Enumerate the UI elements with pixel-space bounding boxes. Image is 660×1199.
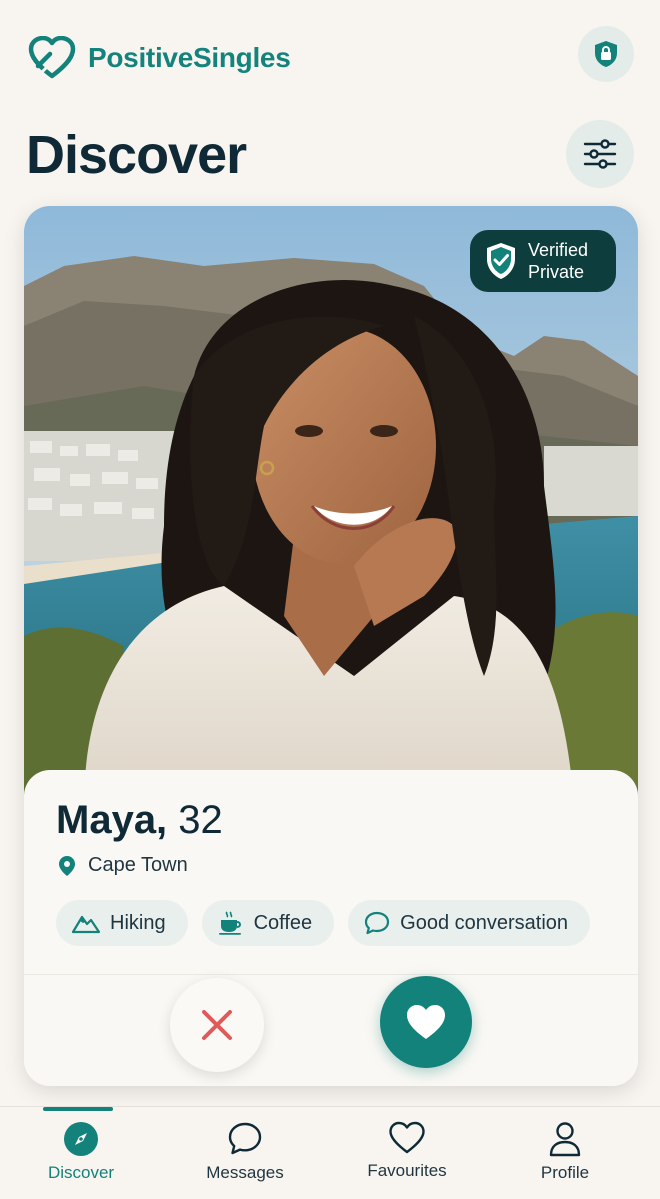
location-text: Cape Town: [88, 854, 188, 876]
verified-label: Verified: [528, 240, 589, 260]
chat-bubble-icon: [365, 911, 390, 935]
interest-label: Good conversation: [400, 911, 569, 934]
shield-check-icon: [487, 243, 515, 279]
sliders-icon: [583, 139, 617, 169]
active-tab-indicator: [43, 1107, 113, 1111]
profile-location: Cape Town: [58, 854, 188, 877]
top-bar: PositiveSingles: [0, 0, 660, 110]
interest-chip-conversation[interactable]: Good conversation: [348, 900, 591, 946]
shield-lock-icon: [595, 41, 617, 67]
interest-label: Coffee: [253, 911, 313, 934]
nav-label: Discover: [47, 1163, 115, 1182]
nav-label: Messages: [206, 1163, 284, 1182]
profile-name-age: Maya, 32: [56, 798, 223, 843]
privacy-lock-button[interactable]: [578, 26, 634, 82]
like-button[interactable]: [380, 976, 472, 1068]
nav-label: Favourites: [367, 1161, 447, 1180]
filter-button[interactable]: [566, 120, 634, 188]
mountain-icon: [72, 915, 100, 934]
nav-item-messages[interactable]: Messages: [175, 1121, 315, 1183]
profile-name: Maya,: [56, 798, 168, 842]
app-logo: PositiveSingles: [28, 36, 291, 80]
profile-age: 32: [178, 798, 223, 842]
location-pin-icon: [59, 855, 75, 876]
interest-chip-coffee[interactable]: Coffee: [201, 900, 335, 946]
message-icon: [228, 1122, 262, 1155]
profile-photo: [24, 206, 638, 806]
heart-icon: [407, 1005, 445, 1039]
nav-label: Profile: [540, 1163, 590, 1182]
nav-item-favourites[interactable]: Favourites: [337, 1121, 477, 1181]
profile-info-panel: Maya, 32 Cape Town Hiking Coffee Good co…: [24, 770, 638, 1086]
heart-logo-icon: [28, 36, 76, 79]
interest-chips: Hiking Coffee Good conversation: [56, 900, 591, 946]
nav-item-profile[interactable]: Profile: [495, 1121, 635, 1183]
profile-card[interactable]: Verified Private Maya, 32 Cape Town Hiki…: [24, 206, 638, 1086]
interest-chip-hiking[interactable]: Hiking: [56, 900, 188, 946]
user-icon: [549, 1122, 581, 1157]
interest-label: Hiking: [110, 911, 166, 934]
close-icon: [202, 1010, 232, 1040]
verified-private-badge: Verified Private: [470, 230, 616, 292]
app-name: PositiveSingles: [88, 42, 291, 73]
bottom-nav: Discover Messages Favourites Profile: [0, 1106, 660, 1199]
pass-button[interactable]: [170, 978, 264, 1072]
page-title: Discover: [26, 125, 247, 185]
heart-outline-icon: [389, 1121, 425, 1154]
nav-item-discover[interactable]: Discover: [11, 1121, 151, 1183]
compass-icon: [64, 1122, 98, 1156]
coffee-icon: [218, 911, 241, 935]
private-label: Private: [528, 262, 585, 282]
card-divider: [24, 974, 638, 975]
